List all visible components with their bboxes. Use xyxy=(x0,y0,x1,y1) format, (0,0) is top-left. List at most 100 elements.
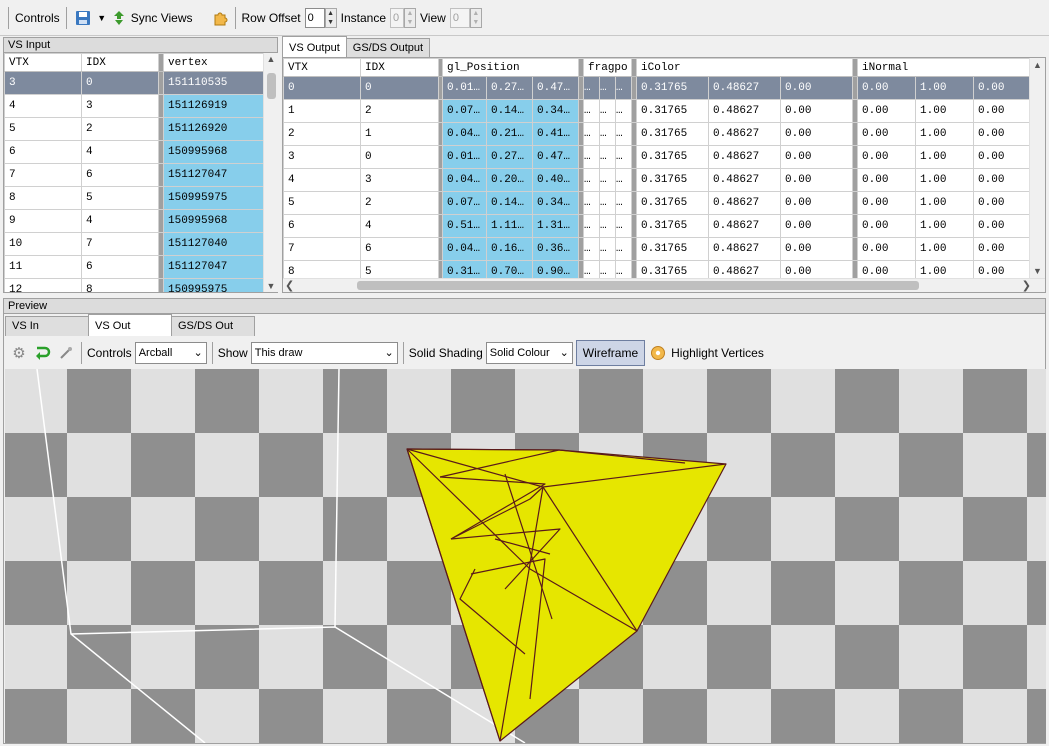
scrollbar-thumb[interactable] xyxy=(357,281,919,290)
table-cell: 0 xyxy=(81,71,159,95)
table-cell: 0.31… xyxy=(442,260,487,278)
table-cell: … xyxy=(583,214,601,238)
table-row[interactable]: 7 6 151127047 xyxy=(4,163,263,187)
column-header-vtx[interactable]: VTX xyxy=(4,53,82,72)
settings-icon[interactable]: ⚙ xyxy=(10,344,28,362)
table-cell: 0.48627 xyxy=(708,168,782,192)
table-cell: … xyxy=(615,99,633,123)
chevron-down-icon: ⌄ xyxy=(193,347,203,359)
save-icon[interactable] xyxy=(73,8,93,28)
table-row[interactable]: 5 2 151126920 xyxy=(4,117,263,141)
pick-icon[interactable] xyxy=(56,346,76,360)
tab-gs-ds-out[interactable]: GS/DS Out xyxy=(171,316,255,336)
sync-views-button[interactable]: Sync Views xyxy=(131,11,193,25)
highlight-icon[interactable] xyxy=(648,345,668,361)
table-cell: 0.36… xyxy=(531,237,580,261)
table-cell: … xyxy=(615,76,633,100)
table-row[interactable]: 9 4 150995968 xyxy=(4,209,263,233)
preview-viewport[interactable] xyxy=(5,369,1046,743)
reset-icon[interactable] xyxy=(31,345,53,361)
scrollbar-thumb[interactable] xyxy=(267,73,276,99)
table-cell: 0.14… xyxy=(486,191,533,215)
row-offset-stepper[interactable]: ▲ ▼ xyxy=(324,7,337,28)
table-row[interactable]: 8 5 150995975 xyxy=(4,186,263,210)
table-cell: 8 xyxy=(81,278,159,292)
controls-select-value: Arcball xyxy=(138,347,173,359)
table-cell: 0.00 xyxy=(857,168,917,192)
table-row[interactable]: 6 4 150995968 xyxy=(4,140,263,164)
table-row[interactable]: 12 8 150995975 xyxy=(4,278,263,292)
table-row[interactable]: 1 2 0.07… 0.14… 0.34………… 0.31765 0.48627 0.00 0.… xyxy=(283,99,1029,123)
show-select[interactable]: This draw ⌄ xyxy=(250,342,398,364)
table-cell: 0.27… xyxy=(486,76,533,100)
table-row[interactable]: 3 0 0.01… 0.27… 0.47………… 0.31765 0.48627 0.00 0.… xyxy=(283,145,1029,169)
table-row[interactable]: 10 7 151127040 xyxy=(4,232,263,256)
column-header-inormal[interactable]: iNormal xyxy=(857,58,1029,77)
table-cell: … xyxy=(599,99,617,123)
column-header-icolor[interactable]: iColor xyxy=(636,58,854,77)
scroll-right-icon[interactable]: ❯ xyxy=(1022,279,1031,292)
preview-title: Preview xyxy=(4,299,1045,314)
plugin-icon[interactable] xyxy=(211,10,229,26)
instance-input[interactable]: 0 xyxy=(390,7,405,28)
table-cell: 0.41… xyxy=(531,122,580,146)
table-cell: 0.00 xyxy=(780,145,854,169)
solid-shading-select[interactable]: Solid Colour ⌄ xyxy=(485,342,573,364)
scroll-down-icon[interactable]: ▼ xyxy=(1030,266,1045,276)
table-row[interactable]: 6 4 0.51… 1.11… 1.31………… 0.31765 0.48627 0.00 0.… xyxy=(283,214,1029,238)
column-header-gl-position[interactable]: gl_Position xyxy=(441,58,580,77)
scroll-up-icon[interactable]: ▲ xyxy=(1030,60,1045,70)
vs-output-hscrollbar[interactable]: ❮ ❯ xyxy=(283,278,1045,292)
controls-label: Controls xyxy=(15,10,60,25)
show-label: Show xyxy=(217,346,248,360)
tab-gs-ds-output[interactable]: GS/DS Output xyxy=(345,38,431,58)
column-header-fragpo[interactable]: fragpo xyxy=(583,58,633,77)
tab-vs-output[interactable]: VS Output xyxy=(282,36,347,58)
tab-vs-out[interactable]: VS Out xyxy=(88,314,172,336)
table-row[interactable]: 3 0 151110535 xyxy=(4,71,263,95)
table-cell: 0.31765 xyxy=(636,99,710,123)
table-cell: 0.20… xyxy=(486,168,533,192)
table-cell: 0.31765 xyxy=(636,168,710,192)
scroll-down-icon[interactable]: ▼ xyxy=(264,281,278,291)
table-row[interactable]: 7 6 0.04… 0.16… 0.36………… 0.31765 0.48627 0.00 0.… xyxy=(283,237,1029,261)
chevron-down-icon[interactable]: ▼ xyxy=(97,13,107,23)
table-row[interactable]: 5 2 0.07… 0.14… 0.34………… 0.31765 0.48627 0.00 0.… xyxy=(283,191,1029,215)
table-cell: … xyxy=(615,145,633,169)
table-cell: 150995975 xyxy=(163,278,263,292)
table-row[interactable]: 4 3 151126919 xyxy=(4,94,263,118)
highlight-vertices-toggle[interactable]: Highlight Vertices xyxy=(671,346,764,360)
view-stepper[interactable]: ▲ ▼ xyxy=(469,7,482,28)
table-cell: 0.34… xyxy=(531,191,580,215)
column-header-vtx[interactable]: VTX xyxy=(283,58,361,77)
vs-output-vscrollbar[interactable]: ▲ ▼ xyxy=(1029,58,1045,278)
column-header-idx[interactable]: IDX xyxy=(81,53,159,72)
table-cell: 0.00 xyxy=(973,191,1029,215)
table-cell: … xyxy=(599,214,617,238)
vs-input-scrollbar[interactable]: ▲ ▼ xyxy=(263,53,278,292)
scroll-left-icon[interactable]: ❮ xyxy=(285,279,294,292)
scroll-up-icon[interactable]: ▲ xyxy=(264,54,278,64)
table-cell: 2 xyxy=(360,191,439,215)
table-cell: 0.00 xyxy=(857,260,917,278)
controls-select[interactable]: Arcball ⌄ xyxy=(134,342,207,364)
table-cell: 0.48627 xyxy=(708,260,782,278)
tab-vs-in[interactable]: VS In xyxy=(5,316,89,336)
instance-stepper[interactable]: ▲ ▼ xyxy=(404,7,417,28)
column-header-idx[interactable]: IDX xyxy=(360,58,439,77)
table-row[interactable]: 4 3 0.04… 0.20… 0.40………… 0.31765 0.48627 0.00 0.… xyxy=(283,168,1029,192)
sync-views-icon[interactable] xyxy=(111,10,127,26)
table-row[interactable]: 8 5 0.31… 0.70… 0.90………… 0.31765 0.48627 0.00 0.… xyxy=(283,260,1029,278)
table-row[interactable]: 2 1 0.04… 0.21… 0.41………… 0.31765 0.48627 0.00 0.… xyxy=(283,122,1029,146)
column-header-vertex[interactable]: vertex xyxy=(163,53,263,72)
table-row[interactable]: 11 6 151127047 xyxy=(4,255,263,279)
table-cell: 8 xyxy=(283,260,361,278)
row-offset-input[interactable]: 0 xyxy=(304,7,325,28)
table-cell: … xyxy=(599,191,617,215)
table-cell: 0 xyxy=(283,76,361,100)
wireframe-toggle[interactable]: Wireframe xyxy=(575,340,646,366)
table-row[interactable]: 0 0 0.01… 0.27… 0.47………… 0.31765 0.48627 0.00 0.… xyxy=(283,76,1029,100)
table-cell: 6 xyxy=(360,237,439,261)
view-input[interactable]: 0 xyxy=(449,7,470,28)
table-cell: 1 xyxy=(283,99,361,123)
